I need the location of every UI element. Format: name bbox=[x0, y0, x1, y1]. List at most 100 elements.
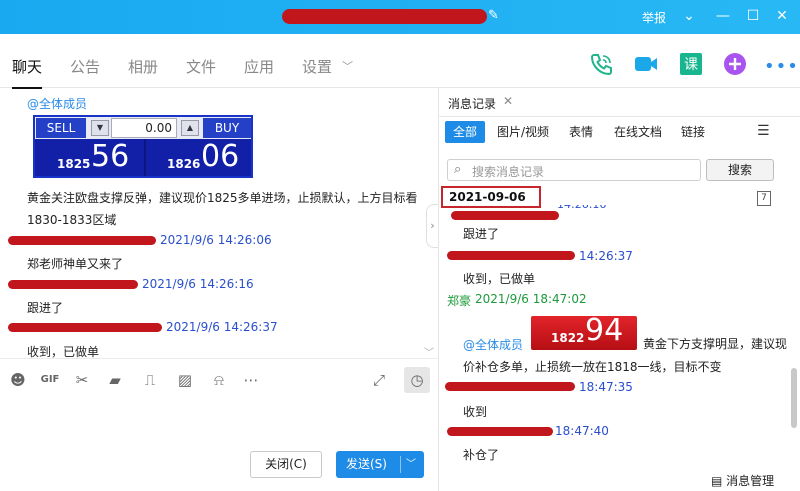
search-placeholder: 搜索消息记录 bbox=[472, 165, 545, 179]
chevron-down-icon[interactable]: ⌄ bbox=[679, 6, 699, 26]
redacted-sender bbox=[8, 236, 156, 245]
filter-settings-icon[interactable]: ☰ bbox=[757, 123, 770, 139]
history-timestamp: 14:26:37 bbox=[579, 249, 633, 263]
redacted-sender bbox=[8, 323, 162, 332]
history-scrollbar[interactable] bbox=[791, 368, 797, 428]
tab-album[interactable]: 相册 bbox=[128, 56, 158, 77]
search-button[interactable]: 搜索 bbox=[706, 159, 774, 181]
tab-apps[interactable]: 应用 bbox=[244, 56, 274, 77]
scissors-icon[interactable]: ✂ bbox=[71, 369, 93, 391]
doc-icon[interactable]: ⎍ bbox=[139, 369, 161, 391]
ticker-price-big: 94 bbox=[585, 313, 624, 348]
message-text: 跟进了 bbox=[27, 301, 64, 315]
filter-media[interactable]: 图片/视频 bbox=[497, 121, 549, 143]
partial-timestamp: 14:26:16 bbox=[557, 205, 606, 213]
spread-up-icon[interactable]: ▲ bbox=[181, 120, 199, 136]
message-text: 黄金关注欧盘支撑反弹，建议现价1825多单进场，止损默认，上方目标看 bbox=[27, 191, 418, 205]
send-label[interactable]: 发送(S) bbox=[346, 451, 387, 478]
image-icon[interactable]: ▨ bbox=[174, 369, 196, 391]
redacted-sender bbox=[447, 427, 553, 436]
tab-chat[interactable]: 聊天 bbox=[12, 56, 43, 89]
chat-messages: @全体成员 SELL ▼ 0.00 ▲ BUY 1825 56 1826 06 … bbox=[0, 88, 438, 358]
spread-down-icon[interactable]: ▼ bbox=[91, 120, 109, 136]
more-tools-icon[interactable]: ⋯ bbox=[240, 369, 262, 391]
message-text: 1830-1833区域 bbox=[27, 213, 117, 227]
message-management-icon: ▤ bbox=[711, 474, 723, 488]
tab-settings[interactable]: 设置 bbox=[302, 56, 332, 77]
history-message: 收到 bbox=[463, 405, 488, 419]
history-timestamp: 18:47:40 bbox=[555, 424, 609, 438]
filter-emoji[interactable]: 表情 bbox=[569, 121, 593, 143]
send-button[interactable]: 发送(S) ﹀ bbox=[336, 451, 424, 478]
minimize-icon[interactable]: — bbox=[713, 6, 733, 26]
gif-icon[interactable]: GIF bbox=[39, 369, 61, 391]
report-button[interactable]: 举报 bbox=[642, 9, 666, 26]
buy-button[interactable]: BUY bbox=[203, 118, 251, 138]
sell-button[interactable]: SELL bbox=[36, 118, 86, 138]
class-label: 课 bbox=[684, 57, 698, 73]
settings-chevron-icon[interactable]: ﹀ bbox=[342, 58, 353, 74]
message-text: 郑老师神单又来了 bbox=[27, 257, 124, 271]
scroll-down-icon[interactable]: ﹀ bbox=[424, 344, 434, 359]
quote-ticker: SELL ▼ 0.00 ▲ BUY 1825 56 1826 06 bbox=[33, 115, 253, 178]
search-icon: ⌕ bbox=[454, 162, 462, 177]
message-text: 收到，已做单 bbox=[27, 345, 100, 358]
message-timestamp: 2021/9/6 14:26:37 bbox=[166, 320, 278, 334]
more-icon[interactable]: ••• bbox=[764, 56, 799, 77]
ticker-divider bbox=[144, 139, 146, 176]
edit-title-icon[interactable]: ✎ bbox=[488, 8, 502, 24]
message-management-link[interactable]: ▤ 消息管理 bbox=[711, 472, 774, 489]
spread-value: 0.00 bbox=[111, 118, 177, 138]
redacted-sender bbox=[447, 251, 575, 260]
mention-all[interactable]: @全体成员 bbox=[27, 95, 87, 112]
history-sender: 郑豪 bbox=[447, 294, 472, 308]
close-button[interactable]: 关闭(C) bbox=[250, 451, 322, 478]
quote-ticker-red: 1822 94 bbox=[531, 313, 637, 350]
filter-docs[interactable]: 在线文档 bbox=[614, 121, 662, 143]
redacted-title bbox=[282, 9, 487, 24]
class-icon[interactable]: 课 bbox=[678, 51, 704, 77]
history-message: 收到，已做单 bbox=[463, 272, 536, 286]
maximize-icon[interactable]: ☐ bbox=[743, 6, 763, 26]
add-app-icon[interactable] bbox=[722, 51, 748, 77]
close-icon[interactable]: ✕ bbox=[772, 6, 792, 26]
history-search-input[interactable]: ⌕ 搜索消息记录 bbox=[447, 159, 701, 181]
tab-files[interactable]: 文件 bbox=[186, 56, 216, 77]
history-date[interactable]: 2021-09-06 bbox=[441, 186, 541, 208]
history-message: 价补仓多单，止损统一放在1818一线，目标不变 bbox=[463, 360, 722, 374]
send-divider bbox=[400, 456, 401, 473]
ticker-price-small: 1822 bbox=[551, 331, 585, 345]
expand-icon[interactable]: ⤢ bbox=[368, 369, 390, 391]
redacted-sender bbox=[8, 280, 138, 289]
tab-underline bbox=[439, 116, 800, 117]
history-message: 黄金下方支撑明显，建议现 bbox=[643, 337, 788, 351]
filter-links[interactable]: 链接 bbox=[681, 121, 705, 143]
history-timestamp: 2021/9/6 18:47:02 bbox=[475, 292, 587, 306]
tab-announcement[interactable]: 公告 bbox=[70, 56, 100, 77]
emoji-icon[interactable]: ☻ bbox=[7, 369, 29, 391]
bell-icon[interactable]: ⍾ bbox=[208, 369, 230, 391]
buy-price-small: 1826 bbox=[167, 157, 201, 171]
collapse-panel-handle[interactable]: › bbox=[426, 204, 438, 248]
send-options-chevron-icon[interactable]: ﹀ bbox=[406, 451, 416, 478]
input-toolbar: ☻ GIF ✂ ▰ ⎍ ▨ ⍾ ⋯ ⤢ ◷ bbox=[0, 358, 438, 402]
history-clock-icon[interactable]: ◷ bbox=[404, 367, 430, 393]
history-message: 跟进了 bbox=[463, 227, 500, 241]
close-history-icon[interactable]: ✕ bbox=[503, 94, 513, 108]
redacted-sender bbox=[445, 382, 575, 391]
calendar-icon[interactable]: 7 bbox=[757, 191, 771, 206]
history-tab-title[interactable]: 消息记录 bbox=[448, 95, 496, 112]
sell-price-big: 56 bbox=[91, 139, 130, 174]
filter-all[interactable]: 全部 bbox=[445, 121, 486, 143]
phone-icon[interactable] bbox=[588, 51, 614, 77]
folder-icon[interactable]: ▰ bbox=[104, 369, 126, 391]
video-icon[interactable] bbox=[633, 51, 659, 77]
mention-all[interactable]: @全体成员 bbox=[463, 336, 523, 353]
buy-price-big: 06 bbox=[201, 139, 240, 174]
top-nav: 聊天 公告 相册 文件 应用 设置 ﹀ 课 ••• bbox=[0, 34, 800, 89]
sell-price-small: 1825 bbox=[57, 157, 91, 171]
message-timestamp: 2021/9/6 14:26:16 bbox=[142, 277, 254, 291]
history-timestamp: 18:47:35 bbox=[579, 380, 633, 394]
message-timestamp: 2021/9/6 14:26:06 bbox=[160, 233, 272, 247]
message-history-panel: 消息记录 ✕ 全部 图片/视频 表情 在线文档 链接 ☰ ⌕ 搜索消息记录 搜索… bbox=[439, 88, 800, 491]
